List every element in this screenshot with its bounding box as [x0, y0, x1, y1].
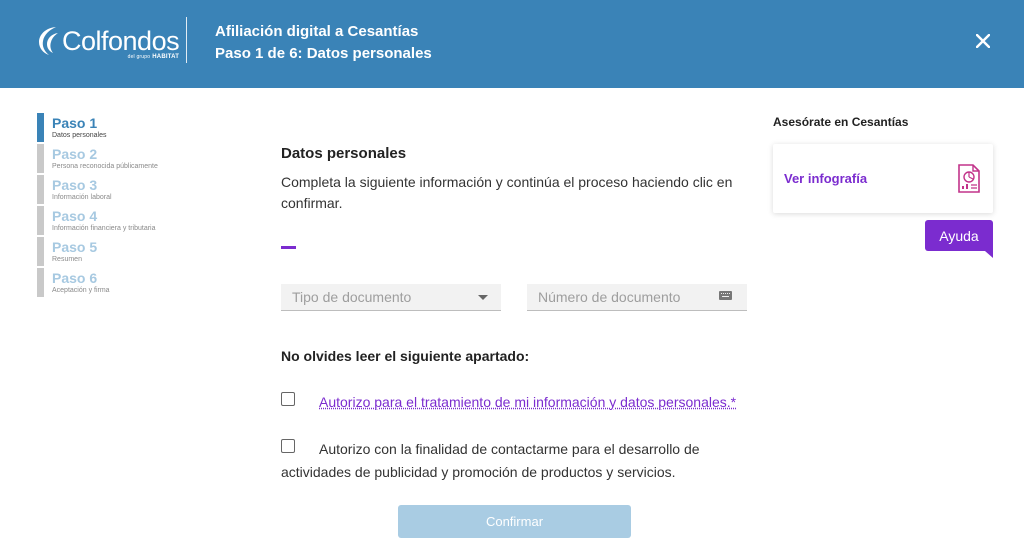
header-divider	[186, 17, 187, 63]
document-number-input[interactable]	[527, 284, 712, 310]
step-indicator	[37, 268, 44, 297]
step-6[interactable]: Paso 6 Aceptación y firma	[37, 268, 237, 299]
confirm-button[interactable]: Confirmar	[398, 505, 631, 538]
header-title: Afiliación digital a Cesantías Paso 1 de…	[215, 21, 432, 65]
step-subtitle: Persona reconocida públicamente	[52, 163, 158, 170]
infographic-label: Ver infografía	[784, 171, 868, 186]
step-5[interactable]: Paso 5 Resumen	[37, 237, 237, 268]
document-type-placeholder: Tipo de documento	[292, 289, 412, 305]
logo-subtitle: del grupo HABITAT	[127, 54, 180, 60]
infographic-card[interactable]: Ver infografía	[773, 144, 993, 213]
step-indicator	[37, 206, 44, 235]
step-4[interactable]: Paso 4 Información financiera y tributar…	[37, 206, 237, 237]
help-button[interactable]: Ayuda	[925, 220, 993, 258]
close-button[interactable]	[970, 28, 996, 54]
step-title: Paso 3	[52, 177, 98, 193]
steps-nav: Paso 1 Datos personales Paso 2 Persona r…	[37, 113, 237, 299]
step-title: Paso 2	[52, 146, 98, 162]
step-subtitle: Resumen	[52, 256, 82, 263]
logo-text: Colfondos	[62, 25, 180, 56]
consent-marketing-label: Autorizo con la finalidad de contactarme…	[281, 441, 700, 480]
logo-mark-icon	[36, 24, 60, 58]
step-title: Paso 6	[52, 270, 98, 286]
consent-data-link[interactable]: Autorizo para el tratamiento de mi infor…	[319, 394, 736, 410]
step-title: Paso 4	[52, 208, 98, 224]
step-subtitle: Datos personales	[52, 132, 107, 139]
infographic-document-icon	[958, 164, 980, 193]
step-indicator	[37, 113, 44, 142]
step-indicator	[37, 175, 44, 204]
accent-dash	[281, 246, 296, 249]
document-number-field	[527, 284, 747, 311]
step-2[interactable]: Paso 2 Persona reconocida públicamente	[37, 144, 237, 175]
keyboard-icon	[719, 291, 732, 300]
document-type-select[interactable]: Tipo de documento	[281, 284, 501, 311]
step-subtitle: Información laboral	[52, 194, 112, 201]
consent-data-checkbox[interactable]	[281, 392, 295, 406]
step-subtitle: Información financiera y tributaria	[52, 225, 156, 232]
colfondos-logo: Colfondos del grupo HABITAT	[36, 16, 180, 66]
step-indicator	[37, 144, 44, 173]
step-title: Paso 1	[52, 115, 98, 131]
header-title-line1: Afiliación digital a Cesantías	[215, 23, 419, 40]
reminder-heading: No olvides leer el siguiente apartado:	[281, 348, 530, 364]
form-intro: Completa la siguiente información y cont…	[281, 174, 733, 211]
close-icon	[976, 34, 990, 48]
header-title-line2: Paso 1 de 6: Datos personales	[215, 45, 432, 62]
step-3[interactable]: Paso 3 Información laboral	[37, 175, 237, 206]
step-indicator	[37, 237, 44, 266]
step-1[interactable]: Paso 1 Datos personales	[37, 113, 237, 144]
step-title: Paso 5	[52, 239, 98, 255]
sidebar-title: Asesórate en Cesantías	[773, 115, 909, 129]
dropdown-caret-icon	[478, 295, 488, 300]
app-header: Colfondos del grupo HABITAT Afiliación di…	[0, 0, 1024, 88]
form-title: Datos personales	[281, 145, 407, 162]
step-subtitle: Aceptación y firma	[52, 287, 110, 294]
